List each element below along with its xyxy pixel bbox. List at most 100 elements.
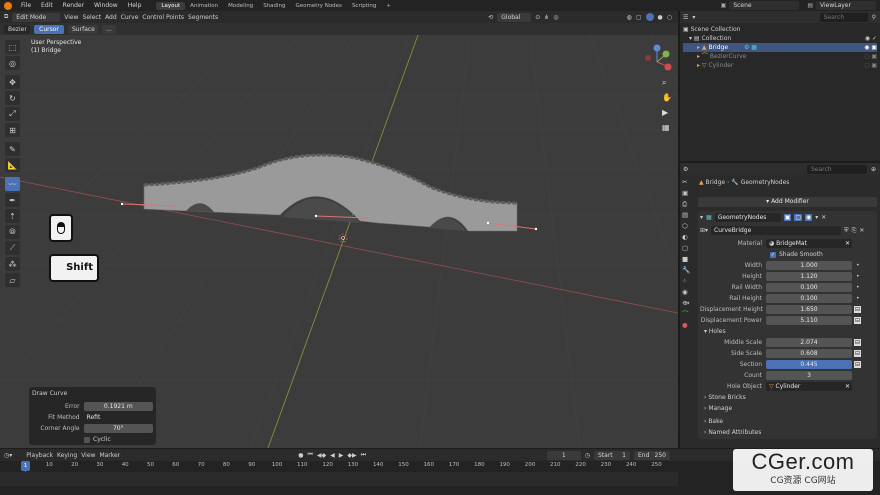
- control-points-menu[interactable]: Control Points: [142, 14, 184, 21]
- scale-icon[interactable]: ⤢: [5, 107, 20, 121]
- tab-layout[interactable]: Layout: [156, 1, 186, 10]
- data-tab-icon[interactable]: ⌒: [682, 309, 692, 320]
- shear-icon[interactable]: ▱: [5, 273, 20, 287]
- rotate-icon[interactable]: ↻: [5, 91, 20, 105]
- menu-file[interactable]: File: [16, 2, 36, 9]
- properties-search-input[interactable]: Search: [806, 164, 867, 174]
- curve-menu[interactable]: Curve: [121, 14, 139, 21]
- width-keyframe-icon[interactable]: •: [856, 262, 860, 269]
- filter-icon[interactable]: ▾: [692, 14, 695, 21]
- measure-icon[interactable]: 📐: [5, 158, 20, 172]
- edit-mode-toggle-icon[interactable]: ▣: [783, 214, 792, 221]
- tab-animation[interactable]: Animation: [185, 2, 223, 10]
- outliner-item-bridge[interactable]: ▸ ▲ Bridge ⚙ ▦ ◉ ▣: [683, 43, 877, 52]
- blender-logo-icon[interactable]: [4, 1, 12, 10]
- tab-geometry-nodes[interactable]: Geometry Nodes: [291, 2, 347, 10]
- timeline-editor-icon[interactable]: ◷▾: [4, 452, 12, 459]
- properties-editor-icon[interactable]: ⚙: [683, 166, 688, 173]
- side-scale-attribute-icon[interactable]: ⊟: [854, 350, 862, 357]
- outliner-filter-icon[interactable]: ⚲: [872, 14, 876, 21]
- shading-rendered-icon[interactable]: ○: [667, 14, 672, 21]
- camera-icon[interactable]: ▶: [662, 108, 674, 123]
- section-field[interactable]: 0.445: [766, 360, 852, 369]
- move-icon[interactable]: ✥: [5, 75, 20, 89]
- shading-solid-icon[interactable]: [645, 13, 654, 21]
- curve-type-selector[interactable]: Bezier: [4, 24, 30, 34]
- displacement-power-field[interactable]: 5.110: [766, 316, 852, 325]
- tab-modeling[interactable]: Modeling: [223, 2, 258, 10]
- keying-menu[interactable]: Keying: [57, 452, 77, 459]
- width-field[interactable]: 1.000: [766, 261, 852, 270]
- view-layer-tab-icon[interactable]: ▤: [682, 210, 692, 221]
- stone-bricks-panel[interactable]: › Stone Bricks: [700, 392, 875, 403]
- draw-curve-icon[interactable]: 〰: [5, 177, 20, 191]
- material-field[interactable]: ◕ BridgeMat ✕: [766, 239, 852, 248]
- pan-hand-icon[interactable]: ✋: [662, 93, 674, 108]
- collection-visibility-icon[interactable]: ◉ ✓: [865, 34, 877, 43]
- last-operator-title[interactable]: Draw Curve: [32, 389, 153, 398]
- rail-height-keyframe-icon[interactable]: •: [856, 295, 860, 302]
- world-tab-icon[interactable]: ◐: [682, 232, 692, 243]
- middle-scale-field[interactable]: 2.074: [766, 338, 852, 347]
- zoom-icon[interactable]: ⌕: [662, 78, 674, 93]
- particles-tab-icon[interactable]: ⁘: [682, 276, 692, 287]
- view-menu[interactable]: View: [64, 14, 78, 21]
- node-group-field[interactable]: CurveBridge: [711, 226, 842, 235]
- select-box-icon[interactable]: ⬚: [5, 40, 20, 54]
- pen-icon[interactable]: ✒: [5, 193, 20, 207]
- orientation-selector[interactable]: Global: [497, 12, 532, 22]
- manage-panel[interactable]: › Manage: [700, 403, 875, 414]
- marker-menu[interactable]: Marker: [99, 452, 120, 459]
- tool-tab-icon[interactable]: ✂: [682, 177, 692, 188]
- xray-icon[interactable]: ▢: [636, 14, 642, 21]
- start-frame-field[interactable]: Start 1: [594, 450, 630, 460]
- rail-height-field[interactable]: 0.100: [766, 294, 852, 303]
- bake-panel[interactable]: › Bake: [700, 416, 875, 427]
- timeline-view-menu[interactable]: View: [81, 452, 95, 459]
- navigation-gizmo[interactable]: [645, 44, 672, 71]
- collection-row[interactable]: ▾ ▤ Collection ◉ ✓: [683, 34, 877, 43]
- modifier-name-field[interactable]: GeometryNodes: [714, 213, 781, 222]
- hole-object-field[interactable]: ▽ Cylinder ✕: [766, 382, 852, 391]
- collection-tab-icon[interactable]: ▢: [682, 243, 692, 254]
- preview-range-icon[interactable]: ◷: [585, 452, 590, 459]
- rail-width-field[interactable]: 0.100: [766, 283, 852, 292]
- depth-cursor-button[interactable]: Cursor: [34, 24, 64, 34]
- overlay-icon[interactable]: ◍: [627, 14, 632, 21]
- physics-tab-icon[interactable]: ◉: [682, 287, 692, 298]
- 3d-viewport[interactable]: User Perspective (1) Bridge ⌕ ✋ ▶ ▦ Shif…: [0, 35, 678, 448]
- tab-scripting[interactable]: Scripting: [347, 2, 381, 10]
- add-workspace-button[interactable]: +: [381, 2, 396, 10]
- object-tab-icon[interactable]: ■: [682, 254, 692, 265]
- view-layer-selector[interactable]: ViewLayer: [816, 1, 876, 10]
- modifier-tab-icon[interactable]: 🔧: [682, 265, 692, 276]
- more-options-button[interactable]: ...: [102, 24, 116, 34]
- fit-method-select[interactable]: Refit: [83, 413, 153, 422]
- cursor-tool-icon[interactable]: ◎: [5, 56, 20, 70]
- material-tab-icon[interactable]: ●: [682, 320, 692, 331]
- pin-icon[interactable]: ⊕: [871, 166, 876, 173]
- cylinder-visibility-icon[interactable]: ◌ ▣: [864, 61, 877, 70]
- snap-icon[interactable]: ⋔: [544, 14, 549, 21]
- segments-menu[interactable]: Segments: [188, 14, 218, 21]
- radius-icon[interactable]: ⦾: [5, 225, 20, 239]
- outliner-editor-icon[interactable]: ☰: [683, 14, 688, 21]
- play-reverse-icon[interactable]: ◀: [330, 452, 335, 459]
- scene-tab-icon[interactable]: ⬡: [682, 221, 692, 232]
- side-scale-field[interactable]: 0.608: [766, 349, 852, 358]
- menu-edit[interactable]: Edit: [36, 2, 58, 9]
- add-modifier-button[interactable]: ▾ Add Modifier: [698, 197, 877, 207]
- play-icon[interactable]: ▶: [339, 452, 344, 459]
- displacement-height-attribute-icon[interactable]: ⊟: [854, 306, 862, 313]
- displacement-height-field[interactable]: 1.650: [766, 305, 852, 314]
- pivot-icon[interactable]: ⊙: [535, 14, 540, 21]
- shading-material-icon[interactable]: ●: [658, 14, 663, 21]
- depth-surface-button[interactable]: Surface: [68, 24, 98, 34]
- scene-selector[interactable]: Scene: [729, 1, 800, 10]
- height-keyframe-icon[interactable]: •: [856, 273, 860, 280]
- jump-end-icon[interactable]: ⏭: [361, 451, 366, 459]
- timeline-track[interactable]: [0, 472, 678, 486]
- randomize-icon[interactable]: ⁂: [5, 257, 20, 271]
- displacement-power-attribute-icon[interactable]: ⊟: [854, 317, 862, 324]
- mode-selector[interactable]: Edit Mode: [12, 12, 61, 22]
